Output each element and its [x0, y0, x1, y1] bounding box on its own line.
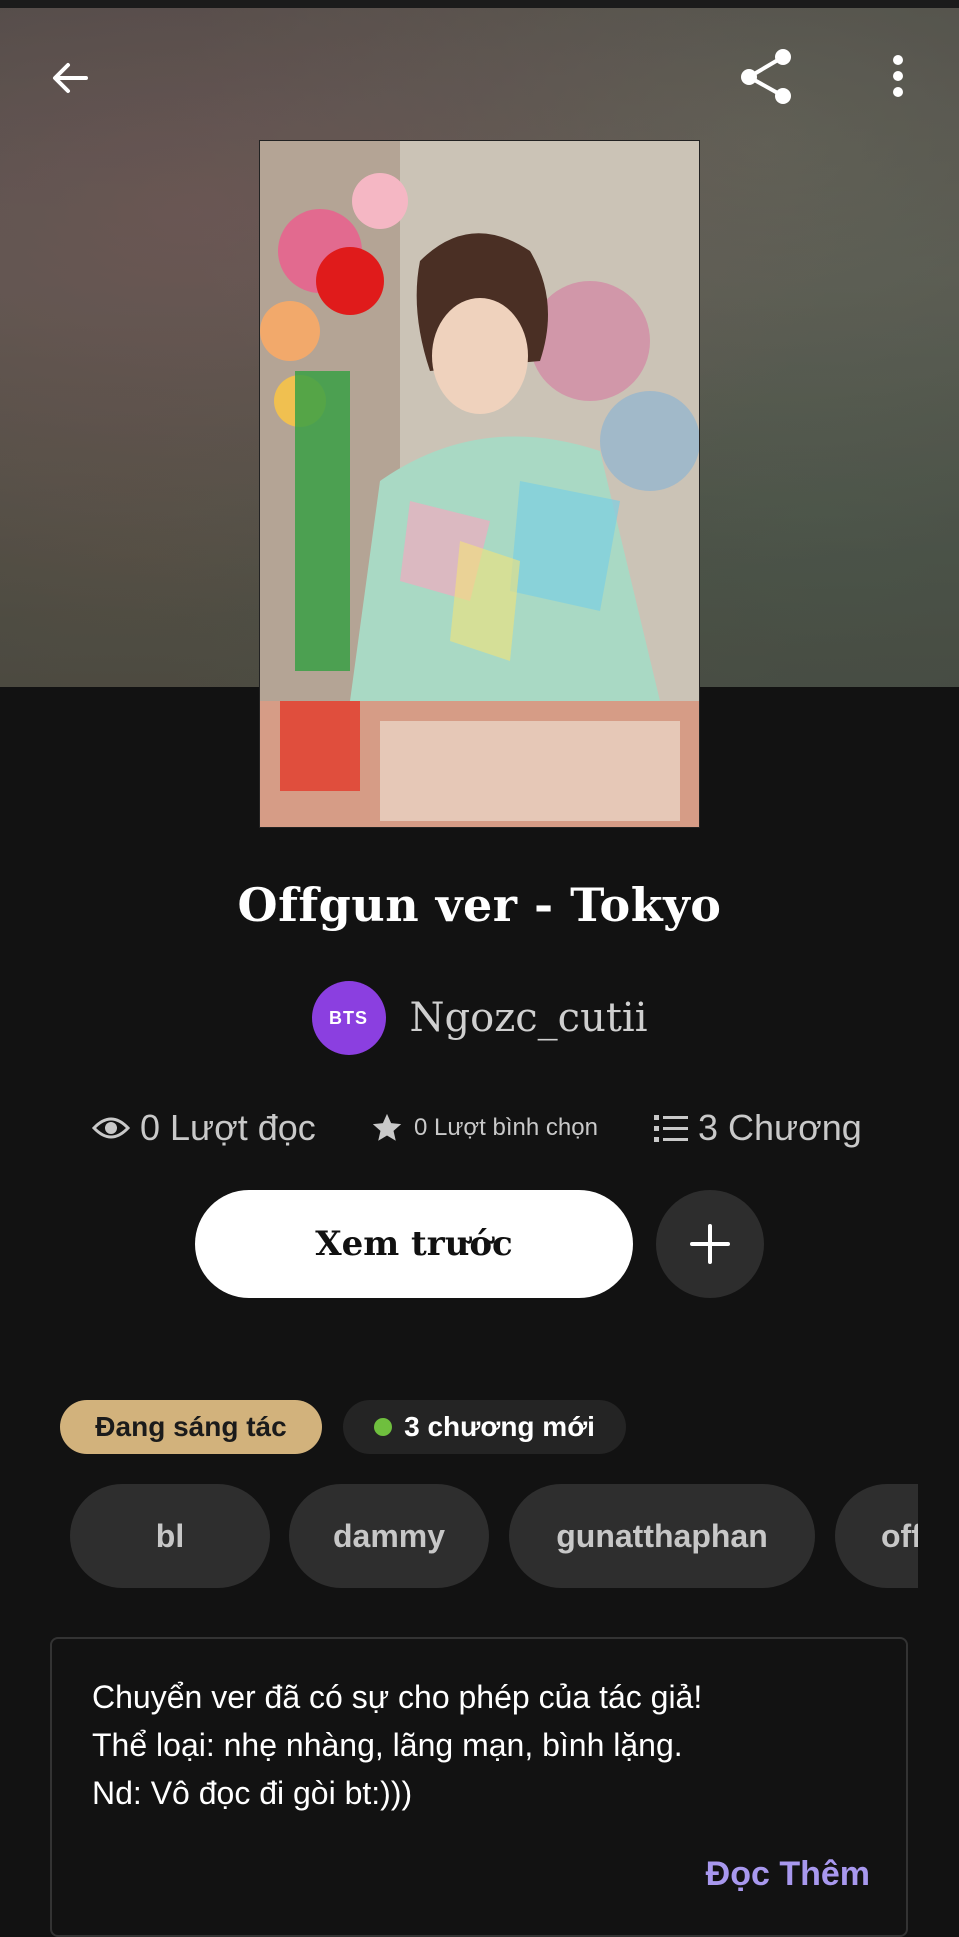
- description-line: Chuyển ver đã có sự cho phép của tác giả…: [92, 1679, 703, 1715]
- tag-chip[interactable]: off: [835, 1484, 918, 1588]
- share-icon: [741, 49, 791, 104]
- eye-icon: [92, 1117, 130, 1139]
- read-more-link[interactable]: Đọc Thêm: [706, 1855, 870, 1894]
- back-button[interactable]: [38, 46, 102, 110]
- votes-stat: 0 Lượt bình chọn: [370, 1100, 598, 1156]
- chapters-stat: 3 Chương: [654, 1100, 862, 1156]
- tag-chip[interactable]: bl: [70, 1484, 270, 1588]
- reads-stat: 0 Lượt đọc: [92, 1100, 316, 1156]
- add-to-library-button[interactable]: [656, 1190, 764, 1298]
- description-line: Thể loại: nhẹ nhàng, lãng mạn, bình lặng…: [92, 1727, 683, 1763]
- status-bar: [0, 0, 959, 8]
- description-box: Chuyển ver đã có sự cho phép của tác giả…: [50, 1637, 908, 1937]
- preview-button[interactable]: Xem trước: [195, 1190, 633, 1298]
- share-button[interactable]: [735, 44, 799, 108]
- plus-icon: [690, 1224, 730, 1264]
- new-indicator-dot: [374, 1418, 393, 1436]
- author-name[interactable]: Ngozc_cutii: [410, 995, 648, 1041]
- author-row[interactable]: BTS Ngozc_cutii: [0, 980, 959, 1056]
- book-cover-image: [259, 140, 700, 828]
- new-chapters-label: 3 chương mới: [404, 1411, 595, 1442]
- status-badge: Đang sáng tác: [60, 1400, 322, 1454]
- new-chapters-badge: 3 chương mới: [343, 1400, 626, 1454]
- tag-chip[interactable]: gunatthaphan: [509, 1484, 815, 1588]
- star-icon: [372, 1113, 402, 1141]
- list-icon: [654, 1115, 688, 1142]
- story-title: Offgun ver - Tokyo: [237, 878, 722, 932]
- more-vertical-icon: [893, 55, 903, 97]
- reads-count: 0 Lượt đọc: [140, 1107, 316, 1148]
- chapters-count: 3 Chương: [698, 1107, 862, 1148]
- votes-count: 0 Lượt bình chọn: [414, 1114, 598, 1141]
- description-line: Nd: Vô đọc đi gòi bt:))): [92, 1775, 413, 1811]
- more-options-button[interactable]: [866, 44, 930, 108]
- story-stats: 0 Lượt đọc 0 Lượt bình chọn 3 Chương: [0, 1100, 959, 1156]
- arrow-left-icon: [53, 63, 88, 93]
- tags-list: bl dammy gunatthaphan off: [70, 1484, 918, 1588]
- author-avatar[interactable]: BTS: [311, 981, 386, 1055]
- tag-chip[interactable]: dammy: [289, 1484, 489, 1588]
